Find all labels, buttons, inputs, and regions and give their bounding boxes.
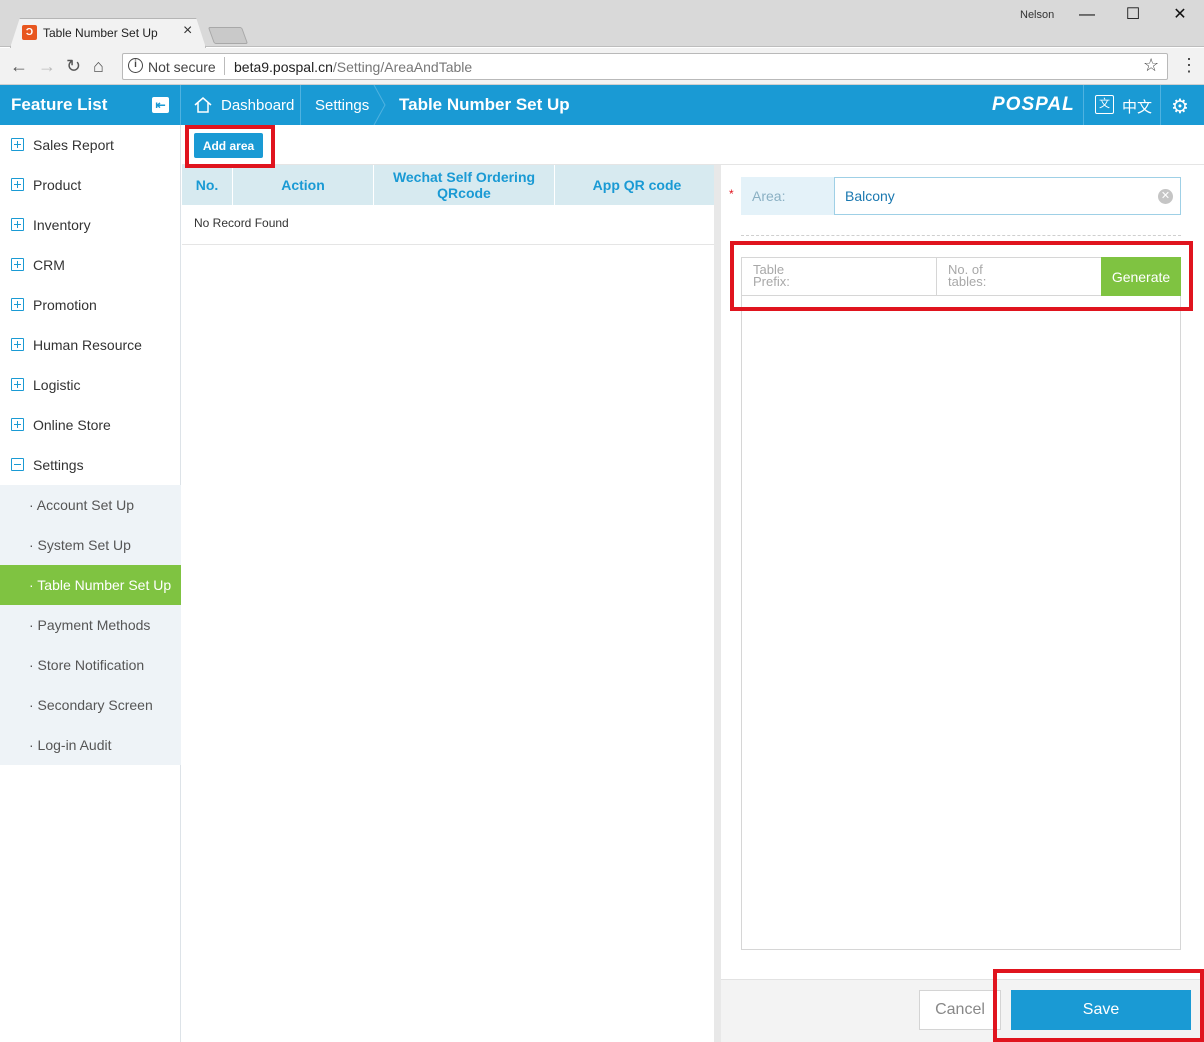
expand-icon xyxy=(11,298,24,311)
required-marker: * xyxy=(729,187,734,201)
submenu-label: · Log-in Audit xyxy=(29,737,112,753)
dashed-divider xyxy=(741,235,1181,236)
highlight-save xyxy=(993,969,1204,1042)
submenu-label: · System Set Up xyxy=(29,537,131,553)
collapse-sidebar-icon[interactable]: ⇤ xyxy=(152,97,169,113)
table-row-divider xyxy=(182,244,714,245)
expand-icon xyxy=(11,418,24,431)
submenu-label: · Store Notification xyxy=(29,657,145,673)
column-header-no: No. xyxy=(182,165,233,205)
sidebar-item-label: Online Store xyxy=(33,417,111,433)
pospal-logo: POSPAL xyxy=(992,94,1075,115)
expand-icon xyxy=(11,178,24,191)
breadcrumb-dashboard[interactable]: Dashboard xyxy=(221,97,294,114)
bookmark-star-icon[interactable]: ☆ xyxy=(1143,55,1159,76)
favicon-icon: Ɔ xyxy=(22,25,37,40)
url-path: /Setting/AreaAndTable xyxy=(332,59,473,75)
expand-icon xyxy=(11,218,24,231)
sidebar-item-product[interactable]: Product xyxy=(0,165,181,205)
tab-close-icon[interactable]: × xyxy=(183,22,192,40)
reload-icon[interactable]: ↻ xyxy=(66,55,81,77)
home-icon[interactable]: ⌂ xyxy=(93,55,104,77)
sidebar-item-online-store[interactable]: Online Store xyxy=(0,405,181,445)
gear-icon[interactable]: ⚙ xyxy=(1171,94,1189,119)
sidebar-item-settings[interactable]: Settings xyxy=(0,445,181,485)
sidebar-item-logistic[interactable]: Logistic xyxy=(0,365,181,405)
url-host: beta9.pospal.cn xyxy=(234,59,333,75)
new-tab-button[interactable] xyxy=(207,27,249,44)
submenu-table-number-set-up[interactable]: · Table Number Set Up xyxy=(0,565,181,605)
sidebar-item-inventory[interactable]: Inventory xyxy=(0,205,181,245)
pane-splitter[interactable] xyxy=(714,165,721,1042)
clear-icon[interactable]: ✕ xyxy=(1158,189,1173,204)
column-header-app-qr-code: App QR code xyxy=(592,177,682,193)
empty-table-message: No Record Found xyxy=(194,216,289,230)
tab-title: Table Number Set Up xyxy=(43,26,158,40)
sidebar-item-label: Inventory xyxy=(33,217,91,233)
sidebar-item-label: Human Resource xyxy=(33,337,142,353)
submenu-label: · Table Number Set Up xyxy=(29,577,172,593)
highlight-add-area xyxy=(185,125,275,168)
area-label: Area: xyxy=(752,188,786,204)
breadcrumb-settings[interactable]: Settings xyxy=(315,97,369,114)
column-header-wechat-qrcode: Wechat Self Ordering QRcode xyxy=(374,165,555,205)
header-divider xyxy=(1160,85,1161,125)
submenu-log-in-audit[interactable]: · Log-in Audit xyxy=(0,725,181,765)
info-icon[interactable]: i xyxy=(128,58,143,73)
cancel-button[interactable]: Cancel xyxy=(919,990,1001,1030)
sidebar-item-label: Promotion xyxy=(33,297,97,313)
sidebar-item-crm[interactable]: CRM xyxy=(0,245,181,285)
feature-list-title: Feature List xyxy=(11,95,108,114)
window-close-icon[interactable]: ✕ xyxy=(1165,4,1195,26)
language-icon[interactable]: 文 xyxy=(1095,95,1114,114)
column-header-action: Action xyxy=(233,165,374,205)
submenu-label: · Secondary Screen xyxy=(29,697,153,713)
sidebar-item-label: Product xyxy=(33,177,82,193)
expand-icon xyxy=(11,258,24,271)
maximize-icon[interactable]: ☐ xyxy=(1118,4,1148,26)
sidebar-item-human-resource[interactable]: Human Resource xyxy=(0,325,181,365)
table-header: No. Action Wechat Self Ordering QRcode A… xyxy=(182,165,719,205)
sidebar-item-label: Settings xyxy=(33,457,84,473)
submenu-account-set-up[interactable]: · Account Set Up xyxy=(0,485,181,525)
generated-tables-list xyxy=(741,296,1181,950)
highlight-generate-row xyxy=(730,241,1193,311)
area-input-value[interactable]: Balcony xyxy=(845,188,895,204)
submenu-secondary-screen[interactable]: · Secondary Screen xyxy=(0,685,181,725)
sidebar-item-sales-report[interactable]: Sales Report xyxy=(0,125,181,165)
back-icon[interactable]: ← xyxy=(10,55,28,77)
submenu-label: · Payment Methods xyxy=(29,617,151,633)
area-label-cell: Area: xyxy=(741,177,835,215)
expand-icon xyxy=(11,378,24,391)
expand-icon xyxy=(11,338,24,351)
not-secure-label: Not secure xyxy=(148,59,216,75)
url-separator xyxy=(224,57,225,75)
submenu-payment-methods[interactable]: · Payment Methods xyxy=(0,605,181,645)
sidebar-item-label: CRM xyxy=(33,257,65,273)
submenu-label: · Account Set Up xyxy=(29,497,135,513)
menu-icon[interactable]: ⋮ xyxy=(1180,55,1198,76)
forward-icon[interactable]: → xyxy=(38,55,56,77)
sidebar-item-label: Sales Report xyxy=(33,137,114,153)
collapse-icon xyxy=(11,458,24,471)
expand-icon xyxy=(11,138,24,151)
header-divider xyxy=(1083,85,1084,125)
submenu-system-set-up[interactable]: · System Set Up xyxy=(0,525,181,565)
sidebar-item-label: Logistic xyxy=(33,377,81,393)
breadcrumb-divider xyxy=(300,85,301,125)
url-text[interactable]: beta9.pospal.cn/Setting/AreaAndTable xyxy=(234,59,472,75)
language-switch[interactable]: 中文 xyxy=(1122,96,1152,117)
submenu-store-notification[interactable]: · Store Notification xyxy=(0,645,181,685)
sidebar-item-promotion[interactable]: Promotion xyxy=(0,285,181,325)
minimize-icon[interactable]: — xyxy=(1072,4,1102,26)
page-title: Table Number Set Up xyxy=(399,95,570,114)
breadcrumb-chevron-icon xyxy=(373,85,386,125)
profile-name[interactable]: Nelson xyxy=(1020,9,1054,21)
dashboard-home-icon[interactable] xyxy=(193,95,213,115)
